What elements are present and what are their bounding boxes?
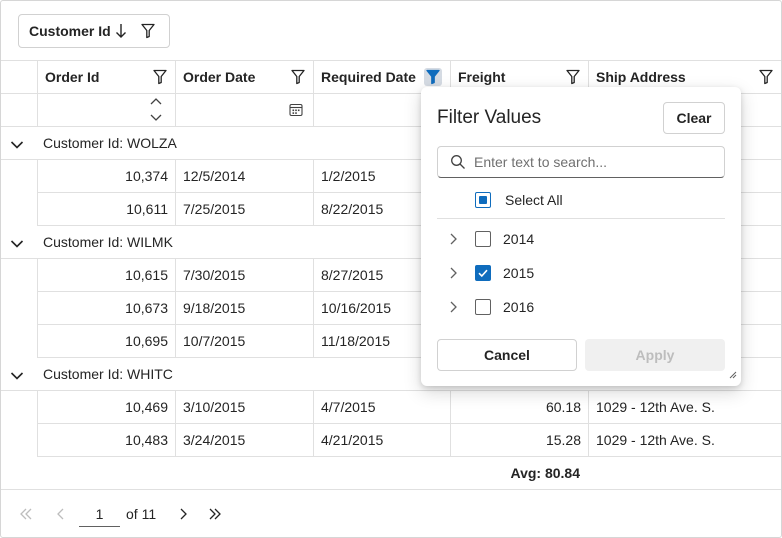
- next-page-icon[interactable]: [175, 506, 191, 525]
- column-header-label: Order Id: [45, 69, 100, 85]
- search-input[interactable]: Enter text to search...: [437, 146, 725, 178]
- required-date-cell: 4/7/2015: [313, 391, 450, 424]
- order-id-cell: 10,695: [37, 325, 175, 358]
- order-id-cell: 10,615: [37, 259, 175, 292]
- last-page-icon[interactable]: [207, 506, 223, 525]
- filter-values-popup: Filter Values Clear Enter text to search…: [421, 87, 741, 386]
- group-label: Customer Id: WILMK: [43, 234, 173, 250]
- apply-button[interactable]: Apply: [585, 339, 725, 371]
- select-all-checkbox[interactable]: [475, 192, 491, 208]
- column-header-label: Freight: [458, 69, 506, 85]
- pager: 1 of 11: [1, 490, 781, 537]
- first-page-icon[interactable]: [18, 506, 34, 525]
- table-row[interactable]: 10,469 3/10/2015 4/7/2015 60.18 1029 - 1…: [1, 391, 781, 424]
- order-id-cell: 10,673: [37, 292, 175, 325]
- summary-row: Avg: 80.84: [1, 457, 781, 490]
- group-panel: Customer Id: [1, 1, 781, 61]
- chevron-down-icon[interactable]: [10, 368, 24, 384]
- year-2015-checkbox[interactable]: [475, 265, 491, 281]
- column-header-label: Ship Address: [596, 69, 686, 85]
- order-date-cell: 3/24/2015: [175, 424, 313, 457]
- ship-address-cell: 1029 - 12th Ave. S.: [588, 391, 781, 424]
- checkmark-icon: [478, 269, 488, 278]
- freight-average: Avg: 80.84: [510, 465, 580, 481]
- order-id-cell: 10,611: [37, 193, 175, 226]
- sort-descending-icon[interactable]: [115, 23, 127, 42]
- order-id-cell: 10,469: [37, 391, 175, 424]
- filter-icon[interactable]: [141, 23, 155, 42]
- order-date-cell: 7/30/2015: [175, 259, 313, 292]
- group-chip-label: Customer Id: [29, 23, 111, 39]
- divider: [437, 218, 725, 219]
- column-header-order-id[interactable]: Order Id: [37, 61, 175, 93]
- freight-cell: 60.18: [450, 391, 588, 424]
- year-2014-label: 2014: [503, 231, 535, 247]
- year-2016-label: 2016: [503, 299, 535, 315]
- freight-cell: 15.28: [450, 424, 588, 457]
- calendar-icon[interactable]: [289, 103, 303, 120]
- cancel-button[interactable]: Cancel: [437, 339, 577, 371]
- group-label: Customer Id: WOLZA: [43, 135, 177, 151]
- order-id-cell: 10,483: [37, 424, 175, 457]
- group-label: Customer Id: WHITC: [43, 366, 173, 382]
- filter-icon[interactable]: [151, 68, 169, 86]
- previous-page-icon[interactable]: [53, 506, 69, 525]
- column-header-label: Order Date: [183, 69, 256, 85]
- search-icon: [450, 154, 466, 173]
- year-2016-checkbox[interactable]: [475, 299, 491, 315]
- table-row[interactable]: 10,483 3/24/2015 4/21/2015 15.28 1029 - …: [1, 424, 781, 457]
- select-all-label: Select All: [505, 192, 563, 208]
- order-date-cell: 10/7/2015: [175, 325, 313, 358]
- filter-icon[interactable]: [757, 68, 775, 86]
- page-number-input[interactable]: 1: [79, 503, 120, 527]
- filter-icon[interactable]: [564, 68, 582, 86]
- year-2015-label: 2015: [503, 265, 535, 281]
- order-date-cell: 3/10/2015: [175, 391, 313, 424]
- required-date-cell: 4/21/2015: [313, 424, 450, 457]
- filter-icon[interactable]: [289, 68, 307, 86]
- clear-button[interactable]: Clear: [663, 102, 725, 134]
- ship-address-cell: 1029 - 12th Ave. S.: [588, 424, 781, 457]
- column-header-label: Required Date: [321, 69, 416, 85]
- order-date-cell: 7/25/2015: [175, 193, 313, 226]
- order-id-filter-input[interactable]: [37, 94, 175, 126]
- group-chip-customer-id[interactable]: Customer Id: [18, 14, 170, 48]
- year-2014-checkbox[interactable]: [475, 231, 491, 247]
- search-placeholder: Enter text to search...: [474, 154, 608, 170]
- filter-active-icon[interactable]: [424, 68, 442, 86]
- chevron-right-icon[interactable]: [448, 300, 458, 317]
- page-count-label: of 11: [126, 506, 157, 522]
- chevron-down-icon[interactable]: [10, 137, 24, 153]
- order-date-cell: 12/5/2014: [175, 160, 313, 193]
- order-date-filter-input[interactable]: [175, 94, 313, 126]
- chevron-right-icon[interactable]: [448, 266, 458, 283]
- numeric-spinner-icon[interactable]: [149, 95, 163, 128]
- chevron-down-icon[interactable]: [10, 236, 24, 252]
- resize-handle-icon[interactable]: [729, 366, 737, 382]
- order-date-cell: 9/18/2015: [175, 292, 313, 325]
- column-header-order-date[interactable]: Order Date: [175, 61, 313, 93]
- chevron-right-icon[interactable]: [448, 232, 458, 249]
- popup-title: Filter Values: [437, 107, 542, 128]
- order-id-cell: 10,374: [37, 160, 175, 193]
